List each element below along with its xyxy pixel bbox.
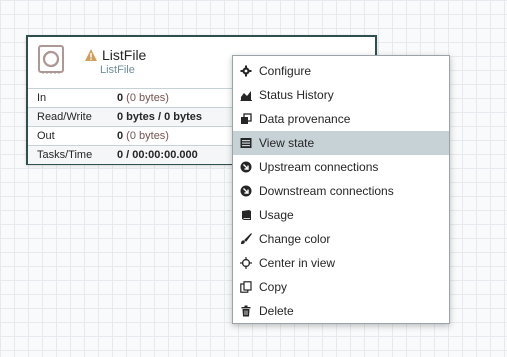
stat-label: In xyxy=(37,92,47,104)
stat-label: Read/Write xyxy=(37,111,92,123)
stat-value-size: (0 bytes) xyxy=(123,130,169,142)
stat-value-count: 0 bytes / 0 bytes xyxy=(117,111,202,123)
menu-item-label: Upstream connections xyxy=(259,160,379,174)
menu-item-label: Change color xyxy=(259,232,331,246)
menu-item-view-state[interactable]: View state xyxy=(233,131,449,155)
stat-label: Out xyxy=(37,130,55,142)
area-chart-icon xyxy=(240,89,252,101)
menu-item-label: Usage xyxy=(259,208,294,222)
stat-value-size: (0 bytes) xyxy=(123,92,169,104)
warning-icon[interactable] xyxy=(84,48,98,62)
stat-row-tasks-time: Tasks/Time 0 / 00:00:00.000 xyxy=(28,145,234,164)
trash-icon xyxy=(240,305,252,317)
context-menu: Configure Status History Data provenance… xyxy=(232,55,450,324)
stat-value-count: 0 / 00:00:00.000 xyxy=(117,149,198,161)
stat-value: 0 / 00:00:00.000 xyxy=(117,149,198,161)
stat-value: 0 (0 bytes) xyxy=(117,92,169,104)
gear-icon xyxy=(240,65,252,77)
arrow-circle-icon xyxy=(240,185,252,197)
menu-item-label: View state xyxy=(259,136,315,150)
stat-label: Tasks/Time xyxy=(37,149,93,161)
processor-stats: In 0 (0 bytes) Read/Write 0 bytes / 0 by… xyxy=(28,88,234,164)
menu-item-center-in-view[interactable]: Center in view xyxy=(233,251,449,275)
stat-row-read-write: Read/Write 0 bytes / 0 bytes xyxy=(28,107,234,126)
processor-type-icon xyxy=(36,42,66,75)
stat-value: 0 (0 bytes) xyxy=(117,130,169,142)
stat-value: 0 bytes / 0 bytes xyxy=(117,111,202,123)
processor-type: ListFile xyxy=(100,64,135,76)
arrow-circle-icon xyxy=(240,161,252,173)
crosshair-icon xyxy=(240,257,252,269)
menu-item-change-color[interactable]: Change color xyxy=(233,227,449,251)
paint-brush-icon xyxy=(240,233,252,245)
menu-item-upstream-connections[interactable]: Upstream connections xyxy=(233,155,449,179)
provenance-icon xyxy=(240,113,252,125)
menu-item-usage[interactable]: Usage xyxy=(233,203,449,227)
state-icon xyxy=(240,137,252,149)
menu-item-status-history[interactable]: Status History xyxy=(233,83,449,107)
processor-title-row: ListFile xyxy=(84,46,146,64)
menu-item-label: Delete xyxy=(259,304,294,318)
book-icon xyxy=(240,209,252,221)
copy-icon xyxy=(240,281,252,293)
stat-row-in: In 0 (0 bytes) xyxy=(28,88,234,107)
menu-item-label: Downstream connections xyxy=(259,184,394,198)
menu-item-label: Copy xyxy=(259,280,288,294)
menu-item-downstream-connections[interactable]: Downstream connections xyxy=(233,179,449,203)
menu-item-label: Center in view xyxy=(259,256,336,270)
stat-row-out: Out 0 (0 bytes) xyxy=(28,126,234,145)
menu-item-label: Status History xyxy=(259,88,334,102)
processor-name: ListFile xyxy=(102,47,147,63)
menu-item-data-provenance[interactable]: Data provenance xyxy=(233,107,449,131)
menu-item-delete[interactable]: Delete xyxy=(233,299,449,323)
menu-item-configure[interactable]: Configure xyxy=(233,59,449,83)
menu-item-label: Configure xyxy=(259,64,312,78)
menu-item-label: Data provenance xyxy=(259,112,351,126)
menu-item-copy[interactable]: Copy xyxy=(233,275,449,299)
